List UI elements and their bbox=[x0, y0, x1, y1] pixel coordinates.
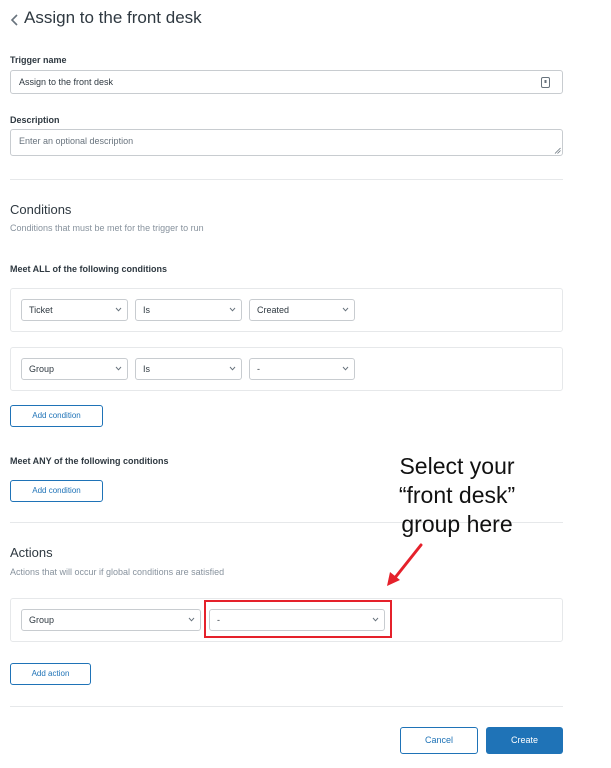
chevron-down-icon bbox=[229, 307, 236, 312]
select-value: Is bbox=[143, 364, 151, 374]
add-condition-any-button[interactable]: Add condition bbox=[10, 480, 103, 502]
meet-all-label: Meet ALL of the following conditions bbox=[10, 264, 167, 274]
action-field-select[interactable]: Group bbox=[21, 609, 201, 631]
annotation-callout-text: Select your “front desk” group here bbox=[398, 453, 516, 537]
trigger-name-input[interactable]: Assign to the front desk bbox=[10, 70, 563, 94]
trigger-editor-page: Assign to the front desk Trigger name As… bbox=[0, 0, 611, 768]
add-condition-all-button[interactable]: Add condition bbox=[10, 405, 103, 427]
cancel-button[interactable]: Cancel bbox=[400, 727, 478, 754]
condition-field-select[interactable]: Ticket bbox=[21, 299, 128, 321]
divider bbox=[10, 706, 563, 707]
password-manager-icon[interactable] bbox=[541, 77, 550, 88]
condition-operator-select[interactable]: Is bbox=[135, 299, 242, 321]
conditions-description: Conditions that must be met for the trig… bbox=[10, 223, 204, 233]
create-button[interactable]: Create bbox=[486, 727, 563, 754]
chevron-down-icon bbox=[188, 617, 195, 622]
condition-value-select[interactable]: - bbox=[249, 358, 355, 380]
chevron-down-icon bbox=[115, 307, 122, 312]
chevron-left-icon[interactable] bbox=[9, 13, 21, 27]
select-value: Group bbox=[29, 615, 55, 625]
description-textarea[interactable]: Enter an optional description bbox=[10, 129, 563, 156]
condition-row: Ticket Is Created bbox=[10, 288, 563, 332]
select-value: Ticket bbox=[29, 305, 53, 315]
chevron-down-icon bbox=[342, 307, 349, 312]
actions-description: Actions that will occur if global condit… bbox=[10, 567, 225, 577]
condition-field-select[interactable]: Group bbox=[21, 358, 128, 380]
select-value: - bbox=[257, 364, 260, 374]
select-value: Is bbox=[143, 305, 151, 315]
page-title: Assign to the front desk bbox=[24, 8, 202, 27]
description-placeholder: Enter an optional description bbox=[19, 136, 134, 146]
condition-row: Group Is - bbox=[10, 347, 563, 391]
divider bbox=[10, 179, 563, 180]
description-label: Description bbox=[10, 115, 60, 125]
chevron-down-icon bbox=[229, 366, 236, 371]
annotation-arrow-icon bbox=[387, 543, 423, 586]
chevron-down-icon bbox=[342, 366, 349, 371]
actions-title: Actions bbox=[10, 545, 53, 560]
select-value: Created bbox=[257, 305, 290, 315]
meet-any-label: Meet ANY of the following conditions bbox=[10, 456, 169, 466]
condition-value-select[interactable]: Created bbox=[249, 299, 355, 321]
annotation-highlight-box bbox=[204, 600, 392, 638]
conditions-title: Conditions bbox=[10, 202, 72, 217]
condition-operator-select[interactable]: Is bbox=[135, 358, 242, 380]
trigger-name-label: Trigger name bbox=[10, 55, 67, 65]
chevron-down-icon bbox=[115, 366, 122, 371]
resize-handle-icon[interactable] bbox=[554, 147, 561, 154]
select-value: Group bbox=[29, 364, 55, 374]
add-action-button[interactable]: Add action bbox=[10, 663, 91, 685]
